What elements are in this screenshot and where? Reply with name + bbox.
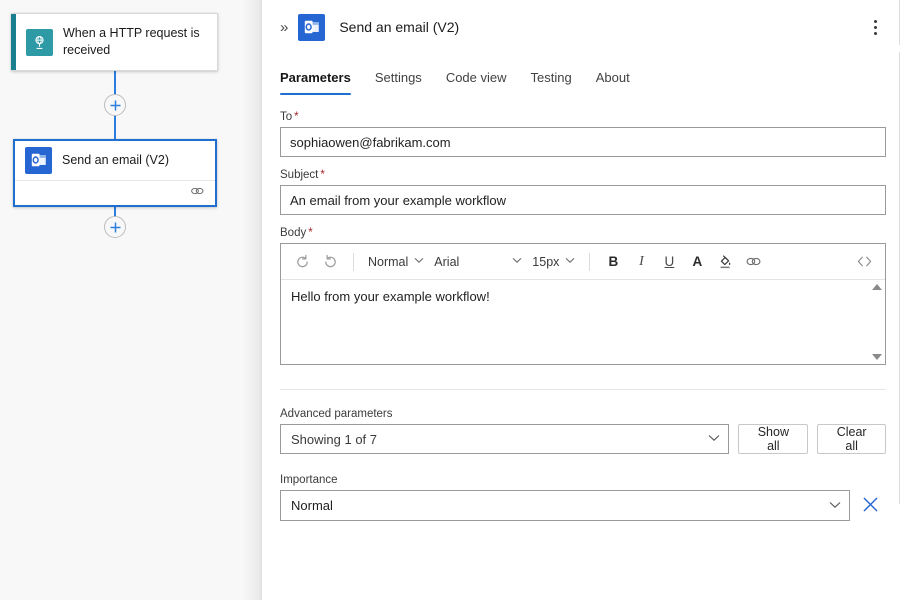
chevron-down-icon: [414, 256, 424, 267]
add-step-button-1[interactable]: [104, 94, 126, 116]
field-subject: Subject* An email from your example work…: [280, 169, 886, 215]
node-title: When a HTTP request is received: [63, 25, 209, 59]
text-style-dropdown[interactable]: Normal: [364, 249, 428, 275]
node-content: Send an email (V2): [15, 141, 215, 181]
workflow-canvas[interactable]: When a HTTP request is received: [0, 0, 262, 600]
advanced-parameters-dropdown[interactable]: Showing 1 of 7: [280, 424, 729, 454]
add-step-button-2[interactable]: [104, 216, 126, 238]
kebab-menu-icon[interactable]: [864, 13, 886, 41]
toolbar-divider: [589, 253, 590, 271]
scroll-up-arrow-icon[interactable]: [872, 284, 882, 290]
chevron-down-icon: [829, 500, 841, 512]
node-content: When a HTTP request is received: [16, 14, 217, 70]
to-input[interactable]: sophiaowen@fabrikam.com: [280, 127, 886, 157]
advanced-parameters-label: Advanced parameters: [280, 408, 886, 420]
italic-icon[interactable]: I: [628, 249, 654, 275]
workflow-canvas-inner: When a HTTP request is received: [0, 0, 262, 600]
workflow-node-http-trigger[interactable]: When a HTTP request is received: [11, 13, 218, 71]
field-body: Body*: [280, 227, 886, 365]
undo-icon[interactable]: [289, 249, 315, 275]
clear-x-icon[interactable]: [862, 496, 879, 516]
panel-tabs: Parameters Settings Code view Testing Ab…: [262, 64, 900, 95]
show-all-button[interactable]: Show all: [738, 424, 808, 454]
font-family-value: Arial: [434, 255, 459, 269]
to-label-text: To: [280, 111, 292, 123]
editor-toolbar: Normal Arial 15px: [281, 244, 885, 280]
linked-connection-icon[interactable]: [190, 184, 205, 202]
importance-label: Importance: [280, 474, 886, 486]
panel-header: » Send an email (V2): [262, 0, 900, 54]
importance-dropdown[interactable]: Normal: [280, 490, 850, 521]
importance-value: Normal: [291, 498, 829, 513]
http-request-icon: [26, 29, 53, 56]
outlook-icon: [298, 14, 325, 41]
body-input[interactable]: Hello from your example workflow!: [281, 280, 869, 364]
text-style-value: Normal: [368, 255, 408, 269]
redo-icon[interactable]: [317, 249, 343, 275]
editor-scrollbar[interactable]: [869, 280, 885, 364]
font-color-icon[interactable]: A: [684, 249, 710, 275]
workflow-node-send-email[interactable]: Send an email (V2): [13, 139, 217, 207]
page-title: Send an email (V2): [339, 19, 864, 35]
tab-code-view[interactable]: Code view: [434, 64, 519, 95]
font-size-dropdown[interactable]: 15px: [528, 249, 579, 275]
clear-all-button[interactable]: Clear all: [817, 424, 886, 454]
chevron-down-icon: [565, 256, 575, 267]
to-label: To*: [280, 111, 886, 123]
collapse-panel-icon[interactable]: »: [280, 20, 286, 35]
body-rich-text-editor: Normal Arial 15px: [280, 243, 886, 365]
font-size-value: 15px: [532, 255, 559, 269]
highlight-color-icon[interactable]: [712, 249, 738, 275]
body-label-text: Body: [280, 227, 306, 239]
underline-icon[interactable]: U: [656, 249, 682, 275]
subject-label: Subject*: [280, 169, 886, 181]
tab-about[interactable]: About: [584, 64, 642, 95]
required-asterisk: *: [294, 111, 298, 123]
editor-content-area: Hello from your example workflow!: [281, 280, 885, 364]
subject-input[interactable]: An email from your example workflow: [280, 185, 886, 215]
required-asterisk: *: [308, 227, 312, 239]
advanced-parameters-section: Advanced parameters Showing 1 of 7 Show …: [280, 408, 886, 454]
parameters-form: To* sophiaowen@fabrikam.com Subject* An …: [262, 95, 900, 521]
node-footer: [15, 181, 215, 205]
tab-testing[interactable]: Testing: [519, 64, 584, 95]
action-details-panel: » Send an email (V2) Parameters Settings…: [262, 0, 900, 600]
font-family-dropdown[interactable]: Arial: [430, 249, 526, 275]
toolbar-divider: [353, 253, 354, 271]
outlook-icon: [25, 147, 52, 174]
field-to: To* sophiaowen@fabrikam.com: [280, 111, 886, 157]
logic-app-designer: When a HTTP request is received: [0, 0, 900, 600]
chevron-down-icon: [512, 256, 522, 267]
advanced-parameters-value: Showing 1 of 7: [291, 432, 708, 447]
required-asterisk: *: [320, 169, 324, 181]
importance-row: Normal: [280, 490, 886, 521]
insert-link-icon[interactable]: [740, 249, 766, 275]
scroll-down-arrow-icon[interactable]: [872, 354, 882, 360]
tab-settings[interactable]: Settings: [363, 64, 434, 95]
subject-label-text: Subject: [280, 169, 318, 181]
node-title: Send an email (V2): [62, 152, 169, 169]
importance-section: Importance Normal: [280, 474, 886, 521]
section-divider: [280, 389, 886, 390]
code-view-icon[interactable]: [851, 249, 877, 275]
advanced-parameters-row: Showing 1 of 7 Show all Clear all: [280, 424, 886, 454]
body-label: Body*: [280, 227, 886, 239]
tab-parameters[interactable]: Parameters: [280, 64, 363, 95]
chevron-down-icon: [708, 433, 720, 445]
bold-icon[interactable]: B: [600, 249, 626, 275]
